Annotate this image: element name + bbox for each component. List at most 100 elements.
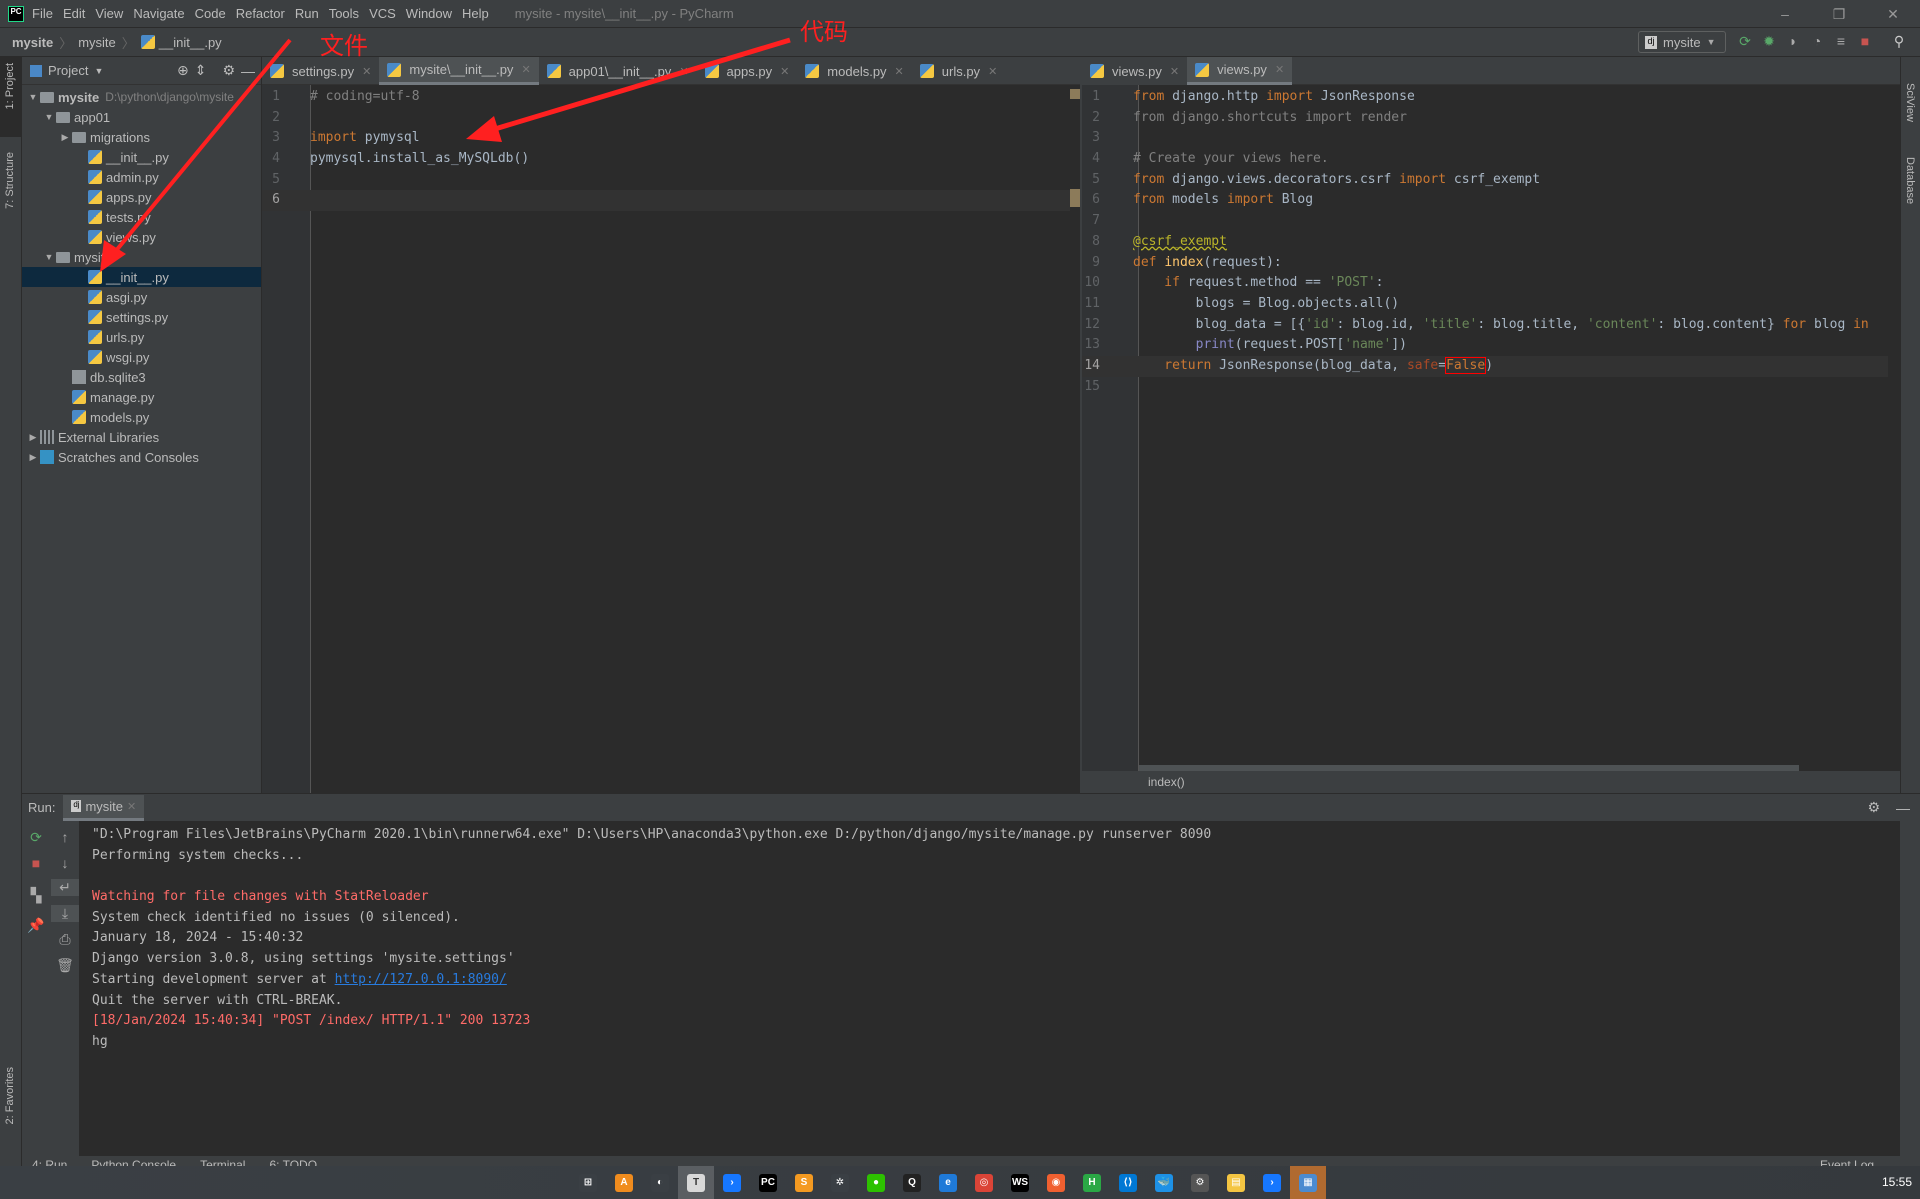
- trash-icon[interactable]: 🗑: [51, 957, 79, 974]
- taskbar-edge[interactable]: e: [930, 1166, 966, 1199]
- taskbar-sublime[interactable]: S: [786, 1166, 822, 1199]
- print-icon[interactable]: ⎙: [51, 931, 79, 948]
- sciview-tool-button[interactable]: SciView: [1904, 83, 1916, 122]
- expanded-arrow-icon[interactable]: ▼: [42, 112, 56, 122]
- run-tab[interactable]: dj mysite ✕: [63, 794, 145, 821]
- debug-icon[interactable]: ✹: [1762, 32, 1776, 50]
- expanded-arrow-icon[interactable]: ▼: [42, 252, 56, 262]
- close-tab-icon[interactable]: ✕: [988, 65, 997, 78]
- taskbar-feishu[interactable]: ›: [714, 1166, 750, 1199]
- expanded-arrow-icon[interactable]: ▼: [26, 92, 40, 102]
- concurrency-icon[interactable]: ≡: [1834, 32, 1848, 50]
- arrow-up-icon[interactable]: ↑: [51, 829, 79, 845]
- close-tab-icon[interactable]: ✕: [895, 65, 904, 78]
- tree-item[interactable]: views.py: [22, 227, 261, 247]
- close-tab-icon[interactable]: ✕: [362, 65, 371, 78]
- tree-item[interactable]: ▶ migrations: [22, 127, 261, 147]
- menu-code[interactable]: Code: [195, 6, 226, 21]
- menu-view[interactable]: View: [95, 6, 123, 21]
- event-log-button[interactable]: Event Log: [1820, 1156, 1874, 1166]
- menu-help[interactable]: Help: [462, 6, 489, 21]
- right-code-area[interactable]: 1 from django.http import JsonResponse 2 fr…: [1082, 87, 1888, 397]
- menu-window[interactable]: Window: [406, 6, 452, 21]
- editor-tab[interactable]: views.py ✕: [1187, 57, 1293, 85]
- rerun-icon[interactable]: ⟳: [1738, 32, 1752, 50]
- close-tab-icon[interactable]: ✕: [127, 800, 136, 813]
- tree-item[interactable]: ▶ Scratches and Consoles: [22, 447, 261, 467]
- taskbar-active-app[interactable]: ▦: [1290, 1166, 1326, 1199]
- taskbar-feishu2[interactable]: ›: [1254, 1166, 1290, 1199]
- hide-icon[interactable]: —: [241, 63, 255, 79]
- tree-item[interactable]: tests.py: [22, 207, 261, 227]
- tree-item[interactable]: settings.py: [22, 307, 261, 327]
- taskbar-explorer[interactable]: ▤: [1218, 1166, 1254, 1199]
- pin-icon[interactable]: 📌: [22, 917, 50, 934]
- tree-item[interactable]: db.sqlite3: [22, 367, 261, 387]
- close-tab-icon[interactable]: ✕: [521, 63, 530, 76]
- taskbar-wechat[interactable]: ●: [858, 1166, 894, 1199]
- taskbar-network[interactable]: ✲: [822, 1166, 858, 1199]
- locate-icon[interactable]: ⊕: [177, 62, 189, 79]
- taskbar-typora[interactable]: T: [678, 1166, 714, 1199]
- tree-item[interactable]: ▼ app01: [22, 107, 261, 127]
- breadcrumb-folder[interactable]: mysite: [78, 35, 116, 50]
- database-tool-button[interactable]: Database: [1904, 157, 1916, 204]
- menu-navigate[interactable]: Navigate: [133, 6, 184, 21]
- taskbar-webstorm[interactable]: WS: [1002, 1166, 1038, 1199]
- soft-wrap-icon[interactable]: ↵: [51, 879, 79, 896]
- editor-tab[interactable]: views.py ✕: [1082, 57, 1188, 85]
- tree-item[interactable]: admin.py: [22, 167, 261, 187]
- search-icon[interactable]: ⚲: [1892, 32, 1906, 50]
- stop-icon[interactable]: ■: [22, 855, 50, 871]
- tree-item[interactable]: apps.py: [22, 187, 261, 207]
- tree-item[interactable]: manage.py: [22, 387, 261, 407]
- close-tab-icon[interactable]: ✕: [1170, 65, 1179, 78]
- collapse-all-icon[interactable]: ⇕: [195, 62, 207, 79]
- arrow-down-icon[interactable]: ↓: [51, 855, 79, 871]
- tree-item[interactable]: wsgi.py: [22, 347, 261, 367]
- menu-tools[interactable]: Tools: [329, 6, 359, 21]
- tree-item[interactable]: __init__.py: [22, 147, 261, 167]
- bottom-tab[interactable]: 6: TODO: [269, 1156, 317, 1166]
- editor-tab[interactable]: settings.py ✕: [262, 57, 379, 85]
- tree-item[interactable]: urls.py: [22, 327, 261, 347]
- stop-icon[interactable]: ■: [1858, 32, 1872, 50]
- scroll-to-end-icon[interactable]: ⤓: [51, 905, 79, 922]
- taskbar-app-orange[interactable]: A: [606, 1166, 642, 1199]
- project-view-select[interactable]: Project: [48, 63, 88, 78]
- menu-run[interactable]: Run: [295, 6, 319, 21]
- tree-item[interactable]: ▼ mysite D:\python\django\mysite: [22, 87, 261, 107]
- tree-item[interactable]: ▶ External Libraries: [22, 427, 261, 447]
- collapsed-arrow-icon[interactable]: ▶: [26, 452, 40, 463]
- close-tab-icon[interactable]: ✕: [679, 65, 688, 78]
- run-configuration-select[interactable]: dj mysite ▼: [1638, 31, 1726, 53]
- taskbar-app-red[interactable]: ◉: [1038, 1166, 1074, 1199]
- hide-icon[interactable]: —: [1896, 800, 1910, 816]
- close-button[interactable]: ✕: [1866, 0, 1920, 28]
- editor-tab[interactable]: apps.py ✕: [697, 57, 798, 85]
- menu-vcs[interactable]: VCS: [369, 6, 396, 21]
- taskbar-windows-start[interactable]: ⊞: [570, 1166, 606, 1199]
- left-code-area[interactable]: 1 # coding=utf-8 2 3 import pymysql 4 pymysql.…: [262, 87, 1070, 212]
- project-tool-button[interactable]: 1: Project: [4, 63, 16, 109]
- tree-item[interactable]: ▼ mysite: [22, 247, 261, 267]
- chevron-down-icon[interactable]: ▼: [94, 66, 103, 76]
- collapsed-arrow-icon[interactable]: ▶: [58, 132, 72, 143]
- breadcrumb-project[interactable]: mysite: [12, 35, 53, 50]
- restore-button[interactable]: ❐: [1812, 0, 1866, 28]
- editor-tab[interactable]: app01\__init__.py ✕: [539, 57, 697, 85]
- minimize-button[interactable]: –: [1758, 0, 1812, 28]
- bottom-tab[interactable]: Terminal: [200, 1156, 245, 1166]
- bottom-tab[interactable]: 4: Run: [32, 1156, 67, 1166]
- menu-refactor[interactable]: Refactor: [236, 6, 285, 21]
- collapsed-arrow-icon[interactable]: ▶: [26, 432, 40, 443]
- taskbar-qq[interactable]: Q: [894, 1166, 930, 1199]
- taskbar-chrome[interactable]: ◎: [966, 1166, 1002, 1199]
- code-breadcrumb[interactable]: index(): [1082, 771, 1900, 793]
- taskbar-settings[interactable]: ⚙: [1182, 1166, 1218, 1199]
- layout-icon[interactable]: ▚: [22, 887, 50, 904]
- taskbar-vscode[interactable]: ⟨⟩: [1110, 1166, 1146, 1199]
- tree-item[interactable]: __init__.py: [22, 267, 261, 287]
- editor-tab[interactable]: mysite\__init__.py ✕: [379, 57, 539, 85]
- menu-edit[interactable]: Edit: [63, 6, 85, 21]
